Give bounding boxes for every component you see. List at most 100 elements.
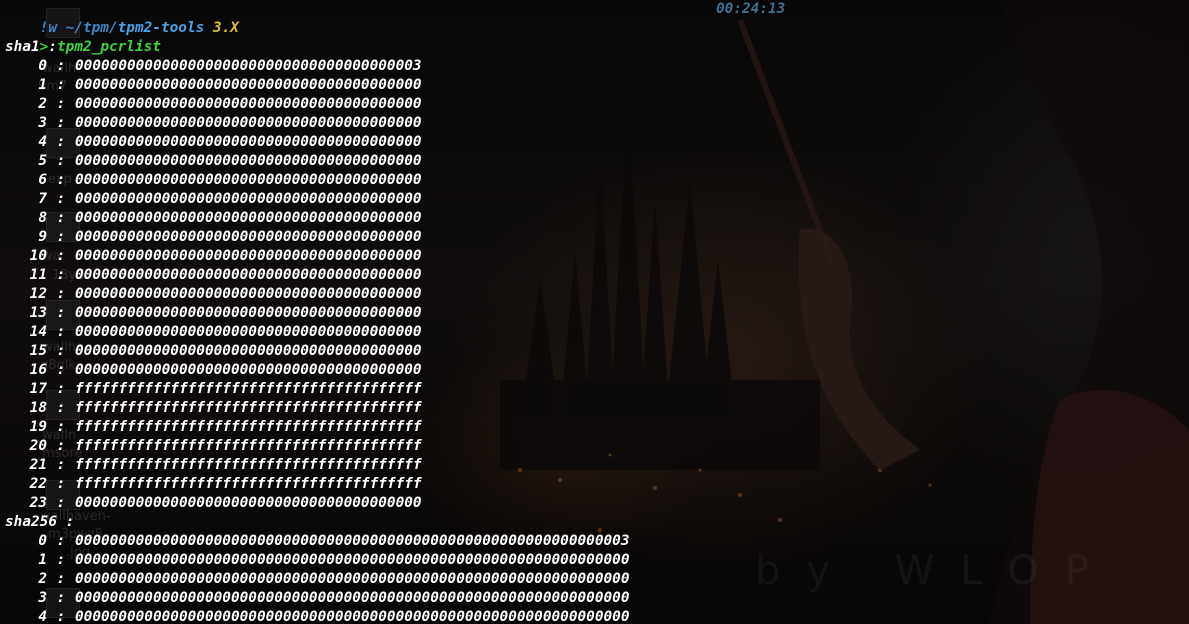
pcr-separator: : bbox=[56, 191, 66, 207]
pcr-separator: : bbox=[56, 210, 66, 226]
pcr-separator: : bbox=[56, 457, 66, 473]
pcr-row: 5:00000000000000000000000000000000000000… bbox=[5, 152, 422, 171]
pcr-separator: : bbox=[56, 343, 66, 359]
pcr-index: 19 bbox=[29, 419, 47, 435]
pcr-row: 19: fffffffffffffffffffffffffffffffffffff… bbox=[5, 418, 422, 437]
pcr-separator: : bbox=[56, 476, 66, 492]
pcr-row: 18: fffffffffffffffffffffffffffffffffffff… bbox=[5, 399, 422, 418]
pcr-value: 0000000000000000000000000000000000000000 bbox=[75, 343, 422, 359]
pcr-index: 14 bbox=[29, 324, 47, 340]
pcr-value: 0000000000000000000000000000000000000000 bbox=[75, 172, 422, 188]
pcr-row: 7:00000000000000000000000000000000000000… bbox=[5, 190, 422, 209]
pcr-bank-header: sha1 : bbox=[5, 39, 57, 55]
pcr-row: 0:00000000000000000000000000000000000000… bbox=[5, 532, 630, 551]
pcr-separator: : bbox=[56, 590, 66, 606]
pcr-value: ffffffffffffffffffffffffffffffffffffffff bbox=[75, 476, 422, 492]
pcr-index: 4 bbox=[38, 134, 47, 150]
pcr-separator: : bbox=[56, 115, 66, 131]
pcr-index: 13 bbox=[29, 305, 47, 321]
pcr-value: 0000000000000000000000000000000000000000 bbox=[75, 324, 422, 340]
pcr-index: 5 bbox=[38, 153, 47, 169]
pcr-value: ffffffffffffffffffffffffffffffffffffffff bbox=[75, 438, 422, 454]
pcr-index: 17 bbox=[29, 381, 47, 397]
pcr-value: 0000000000000000000000000000000000000000 bbox=[75, 362, 422, 378]
pcr-separator: : bbox=[56, 495, 66, 511]
pcr-value: 0000000000000000000000000000000000000000… bbox=[75, 609, 630, 624]
pcr-index: 9 bbox=[38, 229, 47, 245]
pcr-index: 0 bbox=[38, 58, 47, 74]
pcr-row: 17: fffffffffffffffffffffffffffffffffffff… bbox=[5, 380, 422, 399]
pcr-index: 23 bbox=[29, 495, 47, 511]
pcr-index: 20 bbox=[29, 438, 47, 454]
pcr-row: 4:00000000000000000000000000000000000000… bbox=[5, 608, 630, 624]
pcr-value: 0000000000000000000000000000000000000000 bbox=[75, 153, 422, 169]
pcr-row: 21: fffffffffffffffffffffffffffffffffffff… bbox=[5, 456, 422, 475]
pcr-separator: : bbox=[56, 419, 66, 435]
pcr-value: 0000000000000000000000000000000000000000 bbox=[75, 495, 422, 511]
pcr-row: 15:0000000000000000000000000000000000000… bbox=[5, 342, 422, 361]
pcr-separator: : bbox=[56, 381, 66, 397]
pcr-separator: : bbox=[56, 362, 66, 378]
pcr-index: 3 bbox=[38, 590, 47, 606]
pcr-index: 1 bbox=[38, 77, 47, 93]
pcr-separator: : bbox=[56, 248, 66, 264]
pcr-row: 0:00000000000000000000000000000000000000… bbox=[5, 57, 421, 76]
pcr-index: 0 bbox=[38, 533, 47, 549]
pcr-value: 0000000000000000000000000000000000000000 bbox=[75, 191, 422, 207]
pcr-row: 2:00000000000000000000000000000000000000… bbox=[5, 570, 630, 589]
pcr-row: 12:0000000000000000000000000000000000000… bbox=[5, 285, 422, 304]
pcr-value: ffffffffffffffffffffffffffffffffffffffff bbox=[75, 419, 422, 435]
pcr-row: 3:00000000000000000000000000000000000000… bbox=[5, 114, 422, 133]
pcr-index: 15 bbox=[29, 343, 47, 359]
prompt-branch: 3.X bbox=[212, 20, 239, 36]
pcr-separator: : bbox=[56, 58, 66, 74]
pcr-row: 11:0000000000000000000000000000000000000… bbox=[5, 266, 422, 285]
pcr-index: 18 bbox=[29, 400, 47, 416]
pcr-value: 0000000000000000000000000000000000000000… bbox=[75, 552, 630, 568]
pcr-row: 6:00000000000000000000000000000000000000… bbox=[5, 171, 422, 190]
pcr-value: 0000000000000000000000000000000000000000… bbox=[75, 533, 630, 549]
pcr-row: 8:00000000000000000000000000000000000000… bbox=[5, 209, 421, 228]
pcr-index: 3 bbox=[38, 115, 47, 131]
pcr-row: 4:00000000000000000000000000000000000000… bbox=[5, 133, 422, 152]
pcr-index: 2 bbox=[38, 96, 47, 112]
pcr-index: 7 bbox=[38, 191, 47, 207]
pcr-separator: : bbox=[56, 134, 66, 150]
pcr-row: 22: fffffffffffffffffffffffffffffffffffff… bbox=[5, 475, 422, 494]
pcr-value: 0000000000000000000000000000000000000000 bbox=[75, 229, 422, 245]
pcr-value: 0000000000000000000000000000000000000000 bbox=[75, 115, 422, 131]
pcr-row: 10:0000000000000000000000000000000000000… bbox=[5, 247, 422, 266]
pcr-separator: : bbox=[56, 533, 66, 549]
pcr-value: 0000000000000000000000000000000000000000 bbox=[75, 134, 422, 150]
pcr-index: 1 bbox=[38, 552, 47, 568]
pcr-value: ffffffffffffffffffffffffffffffffffffffff bbox=[75, 381, 422, 397]
pcr-row: 14:0000000000000000000000000000000000000… bbox=[5, 323, 422, 342]
pcr-value: 0000000000000000000000000000000000000000 bbox=[75, 286, 422, 302]
pcr-separator: : bbox=[56, 609, 66, 624]
pcr-row: 20: fffffffffffffffffffffffffffffffffffff… bbox=[5, 437, 422, 456]
pcr-value: 0000000000000000000000000000000000000000 bbox=[75, 77, 422, 93]
pcr-separator: : bbox=[56, 229, 66, 245]
pcr-value: 0000000000000000000000000000000000000000 bbox=[75, 267, 422, 283]
pcr-row: 3:00000000000000000000000000000000000000… bbox=[5, 589, 629, 608]
pcr-separator: : bbox=[56, 305, 66, 321]
prompt-clock: 00:24:13 bbox=[716, 1, 786, 17]
pcr-row: 13:0000000000000000000000000000000000000… bbox=[5, 304, 422, 323]
pcr-index: 2 bbox=[38, 571, 47, 587]
pcr-index: 16 bbox=[29, 362, 47, 378]
pcr-separator: : bbox=[56, 286, 66, 302]
pcr-separator: : bbox=[56, 267, 66, 283]
terminal-window[interactable]: !w ~/tpm/tpm2-tools 3.X 00:24:13 > tpm2_… bbox=[0, 0, 1189, 624]
pcr-row: 9:00000000000000000000000000000000000000… bbox=[5, 228, 422, 247]
pcr-index: 12 bbox=[29, 286, 47, 302]
pcr-separator: : bbox=[56, 552, 66, 568]
pcr-index: 21 bbox=[29, 457, 47, 473]
pcr-value: ffffffffffffffffffffffffffffffffffffffff bbox=[75, 457, 422, 473]
pcr-value: 0000000000000000000000000000000000000000… bbox=[75, 571, 630, 587]
pcr-value: 0000000000000000000000000000000000000000 bbox=[75, 96, 422, 112]
pcr-index: 11 bbox=[29, 267, 47, 283]
pcr-separator: : bbox=[56, 324, 66, 340]
pcr-row: 2:00000000000000000000000000000000000000… bbox=[5, 95, 422, 114]
pcr-separator: : bbox=[56, 77, 66, 93]
pcr-row: 16:0000000000000000000000000000000000000… bbox=[5, 361, 422, 380]
